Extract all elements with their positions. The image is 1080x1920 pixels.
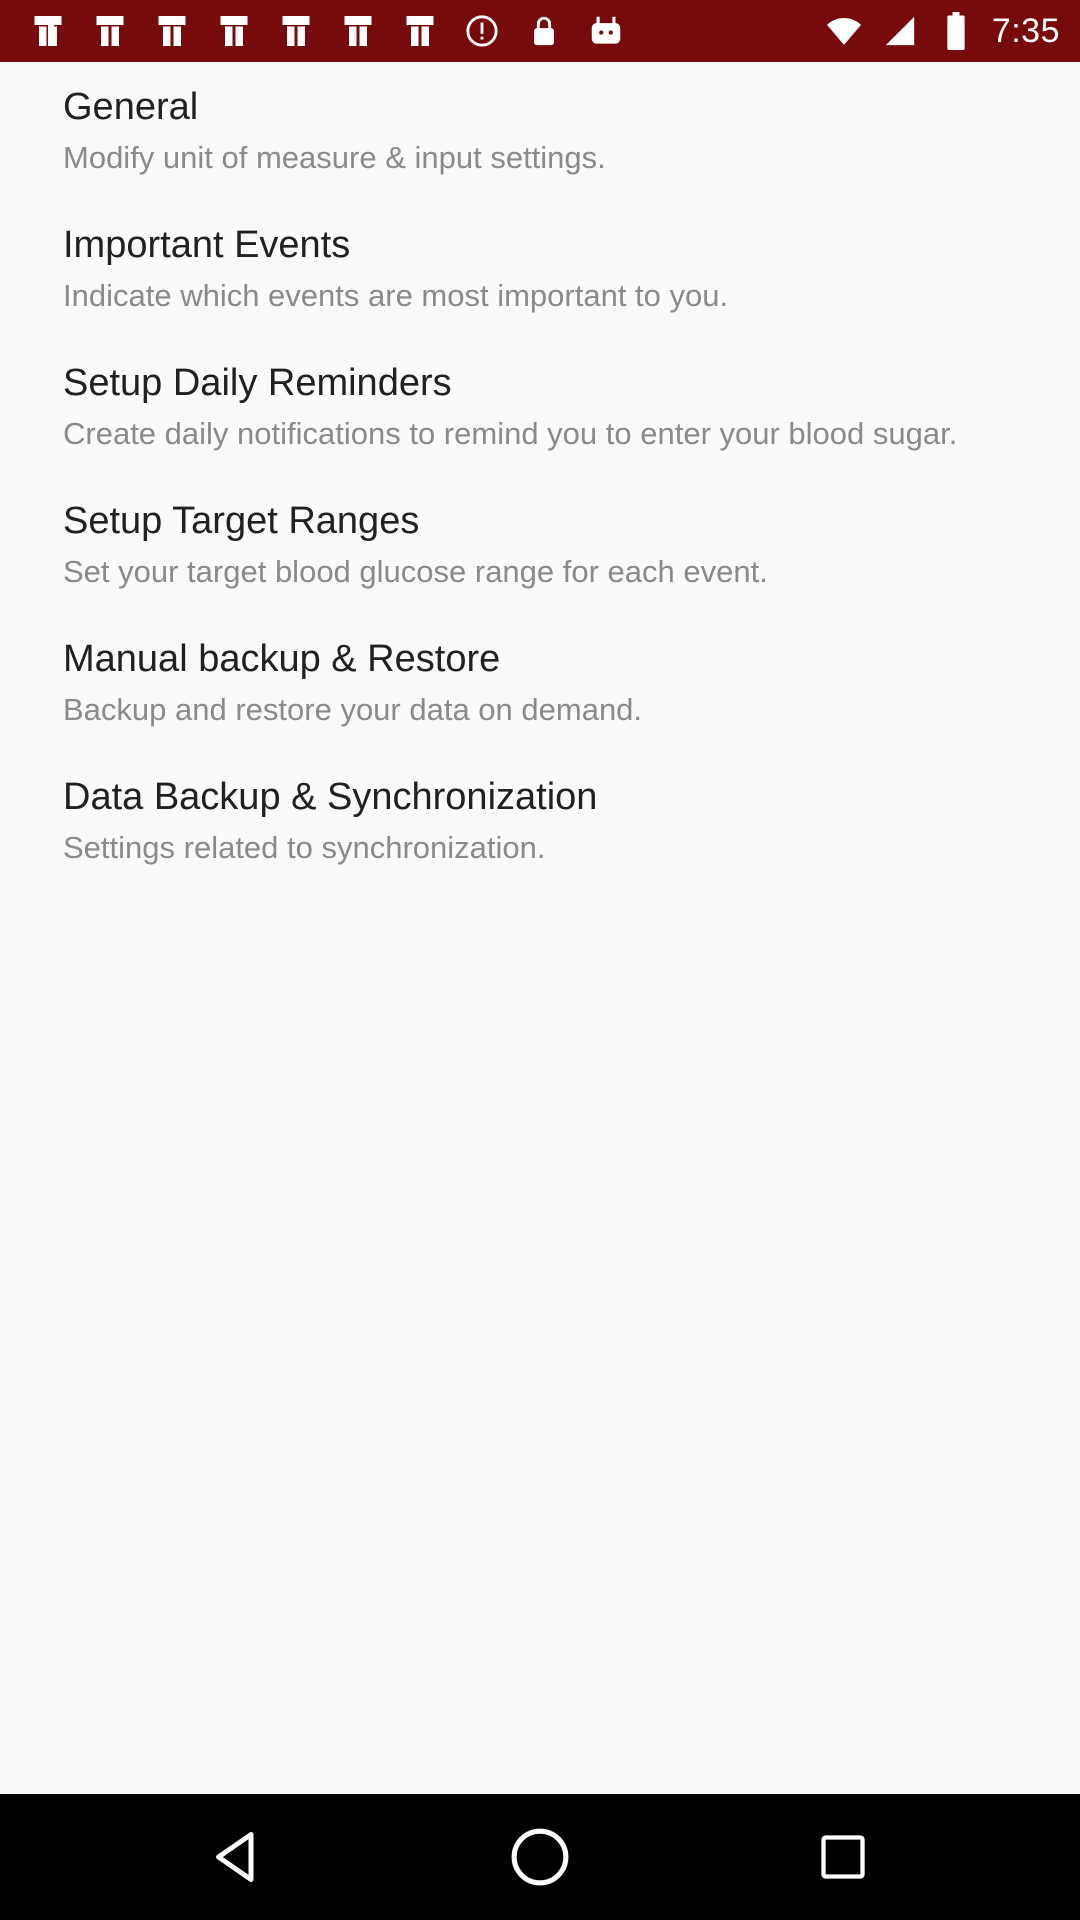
pref-target-ranges[interactable]: Setup Target Ranges Set your target bloo…: [0, 476, 1080, 614]
recents-icon: [821, 1835, 865, 1879]
pref-summary: Settings related to synchronization.: [63, 830, 546, 865]
pref-summary: Backup and restore your data on demand.: [63, 692, 643, 727]
wifi-icon: [824, 11, 864, 51]
navigation-bar: [0, 1794, 1080, 1920]
battery-icon: [936, 11, 976, 51]
android-icon: [586, 11, 626, 51]
notification-icon: [400, 11, 440, 51]
pref-daily-reminders[interactable]: Setup Daily Reminders Create daily notif…: [0, 338, 1080, 476]
pref-manual-backup-restore[interactable]: Manual backup & Restore Backup and resto…: [0, 614, 1080, 752]
pref-title: Important Events: [63, 224, 351, 266]
notification-icon: [276, 11, 316, 51]
pref-summary: Set your target blood glucose range for …: [63, 554, 768, 589]
back-icon: [216, 1832, 254, 1882]
pref-title: Manual backup & Restore: [63, 638, 501, 680]
notification-icon: [28, 11, 68, 51]
pref-summary: Create daily notifications to remind you…: [63, 416, 958, 451]
status-bar: 7:35: [0, 0, 1080, 62]
cellular-signal-icon: [880, 11, 920, 51]
pref-data-backup-sync[interactable]: Data Backup & Synchronization Settings r…: [0, 752, 1080, 890]
pref-title: General: [63, 86, 199, 128]
pref-important-events[interactable]: Important Events Indicate which events a…: [0, 200, 1080, 338]
pref-summary: Modify unit of measure & input settings.: [63, 140, 606, 175]
pref-title: Setup Target Ranges: [63, 500, 420, 542]
pref-title: Setup Daily Reminders: [63, 362, 452, 404]
notification-icon: [214, 11, 254, 51]
pref-title: Data Backup & Synchronization: [63, 776, 598, 818]
back-button[interactable]: [203, 1824, 269, 1890]
lock-icon: [524, 11, 564, 51]
recents-button[interactable]: [810, 1824, 876, 1890]
notification-icon: [90, 11, 130, 51]
alert-icon: [462, 11, 502, 51]
status-icons-left: [28, 10, 626, 52]
settings-list: General Modify unit of measure & input s…: [0, 62, 1080, 1794]
status-icons-right: 7:35: [824, 10, 1060, 52]
pref-summary: Indicate which events are most important…: [63, 278, 729, 313]
status-time: 7:35: [991, 11, 1060, 50]
notification-icon: [152, 11, 192, 51]
notification-icon: [338, 11, 378, 51]
pref-general[interactable]: General Modify unit of measure & input s…: [0, 62, 1080, 200]
home-icon: [511, 1828, 569, 1886]
home-button[interactable]: [507, 1824, 573, 1890]
